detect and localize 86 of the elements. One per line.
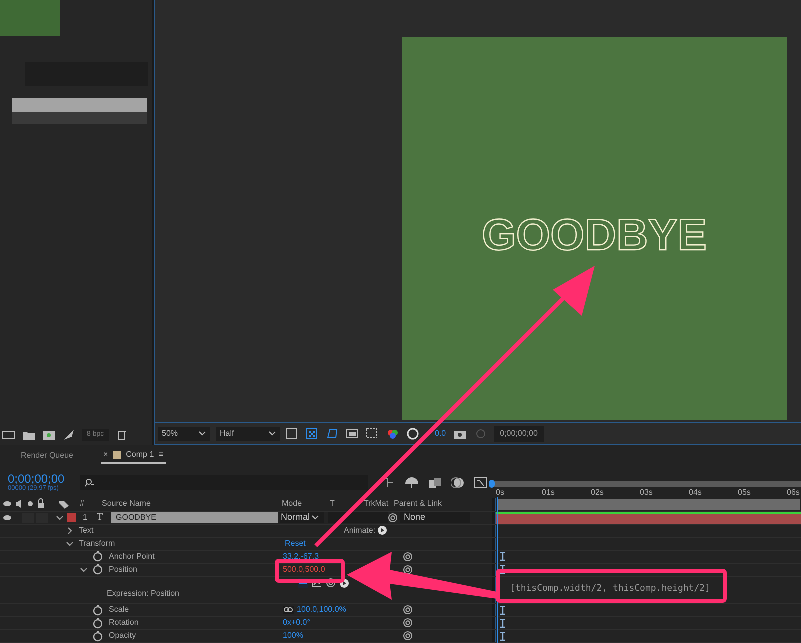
property-label: Scale bbox=[109, 604, 130, 616]
disclosure-chevron-icon[interactable] bbox=[80, 566, 88, 574]
pick-whip-icon[interactable] bbox=[403, 631, 413, 642]
mask-path-icon[interactable] bbox=[326, 428, 340, 440]
column-header: TrkMat bbox=[364, 498, 390, 510]
tab-label: Comp 1 bbox=[126, 449, 154, 461]
keyframe-marker-icon bbox=[500, 606, 506, 615]
group-label: Transform bbox=[79, 538, 116, 550]
property-value[interactable]: 0x+0.0° bbox=[283, 617, 310, 630]
property-value[interactable]: 100% bbox=[283, 630, 304, 642]
exposure-value[interactable]: 0.0 bbox=[435, 428, 446, 440]
pick-whip-icon[interactable] bbox=[403, 605, 413, 616]
audio-icon[interactable] bbox=[15, 498, 24, 510]
stopwatch-icon[interactable] bbox=[93, 618, 103, 629]
annotation-box bbox=[275, 559, 345, 583]
keyframe-marker-icon bbox=[500, 618, 506, 628]
transparency-grid-icon[interactable] bbox=[306, 428, 320, 440]
current-time[interactable]: 0;00;00;00 bbox=[8, 472, 70, 485]
outlined-title-text: GOODBYE bbox=[482, 210, 707, 262]
keyframe-marker-icon bbox=[500, 565, 506, 574]
pick-whip-icon[interactable] bbox=[326, 578, 336, 588]
pixelated-thumbnail bbox=[0, 0, 60, 36]
ruler-label: 05s bbox=[737, 487, 752, 498]
property-label: Opacity bbox=[109, 630, 136, 642]
property-value[interactable]: 33.2,-67.3 bbox=[283, 550, 320, 563]
stopwatch-icon[interactable] bbox=[93, 630, 103, 642]
group-label: Text bbox=[79, 524, 94, 537]
close-tab-glyph[interactable]: × bbox=[103, 449, 108, 461]
stopwatch-icon[interactable] bbox=[93, 564, 103, 576]
property-value[interactable]: 100.0,100.0% bbox=[297, 604, 346, 616]
safe-margins-icon[interactable] bbox=[346, 428, 360, 440]
column-header: Parent & Link bbox=[394, 498, 442, 510]
layer-type-glyph: T bbox=[97, 511, 104, 526]
layer-label-color[interactable] bbox=[67, 513, 76, 522]
property-label: Anchor Point bbox=[109, 550, 155, 563]
panel-tab[interactable]: × Comp 1 ≡ bbox=[101, 448, 166, 464]
timecode-field[interactable]: 0;00;00;00 bbox=[494, 426, 544, 442]
caret-icon[interactable] bbox=[312, 515, 320, 520]
search-icon bbox=[85, 478, 95, 486]
keyframe-marker-icon bbox=[500, 632, 506, 641]
layer-index: 1 bbox=[83, 512, 88, 524]
pick-whip-icon[interactable] bbox=[388, 512, 398, 523]
label-tag-icon[interactable] bbox=[58, 498, 70, 510]
pick-whip-icon[interactable] bbox=[403, 618, 413, 628]
layer-name-field[interactable]: GOODBYE bbox=[111, 512, 278, 524]
property-label: Position bbox=[109, 564, 138, 576]
ruler-label: 04s bbox=[688, 487, 703, 498]
exposure-icon[interactable] bbox=[406, 428, 420, 440]
keyframe-marker-icon bbox=[500, 552, 506, 562]
ruler-label: 0s bbox=[495, 487, 506, 498]
pick-whip-icon[interactable] bbox=[403, 564, 413, 575]
ruler-label: 01s bbox=[541, 487, 556, 498]
composition-icon[interactable] bbox=[42, 429, 56, 441]
column-header: # bbox=[80, 498, 86, 510]
column-header: Mode bbox=[282, 498, 304, 510]
expression-label: Expression: Position bbox=[106, 588, 180, 600]
folder-icon[interactable] bbox=[22, 429, 36, 441]
play-icon[interactable] bbox=[378, 526, 387, 536]
ruler-label: 06s bbox=[786, 487, 801, 498]
play-icon[interactable] bbox=[340, 578, 349, 588]
region-icon[interactable] bbox=[286, 428, 300, 440]
ruler-label: 02s bbox=[590, 487, 605, 498]
zoom-dropdown[interactable]: 50% bbox=[158, 426, 210, 440]
track-matte-dropdown[interactable] bbox=[328, 512, 388, 524]
caret-icon[interactable] bbox=[199, 431, 206, 436]
color-channels-icon[interactable] bbox=[386, 428, 400, 440]
interpret-footage-icon[interactable] bbox=[2, 429, 16, 441]
lock-icon[interactable] bbox=[37, 498, 45, 510]
stopwatch-icon[interactable] bbox=[93, 604, 103, 616]
property-label: Rotation bbox=[109, 617, 139, 630]
resolution-dropdown[interactable]: Half bbox=[216, 426, 280, 440]
column-header: T bbox=[330, 498, 336, 510]
graph-editor-icon[interactable] bbox=[474, 476, 488, 488]
caret-icon[interactable] bbox=[269, 431, 276, 436]
pick-whip-icon[interactable] bbox=[403, 552, 413, 562]
mode-dropdown[interactable]: Normal bbox=[280, 512, 324, 524]
ruler-label: 03s bbox=[639, 487, 654, 498]
column-header: Source Name bbox=[102, 498, 152, 510]
chain-link-icon[interactable] bbox=[283, 606, 294, 614]
parent-dropdown[interactable]: None bbox=[400, 512, 470, 524]
search-field[interactable] bbox=[80, 475, 368, 490]
grid-icon[interactable] bbox=[366, 428, 380, 440]
reset-link[interactable]: Reset bbox=[285, 538, 415, 550]
stopwatch-icon[interactable] bbox=[93, 551, 103, 562]
panel-menu-glyph[interactable]: ≡ bbox=[159, 449, 164, 461]
animate-label[interactable]: Animate: bbox=[344, 524, 376, 537]
